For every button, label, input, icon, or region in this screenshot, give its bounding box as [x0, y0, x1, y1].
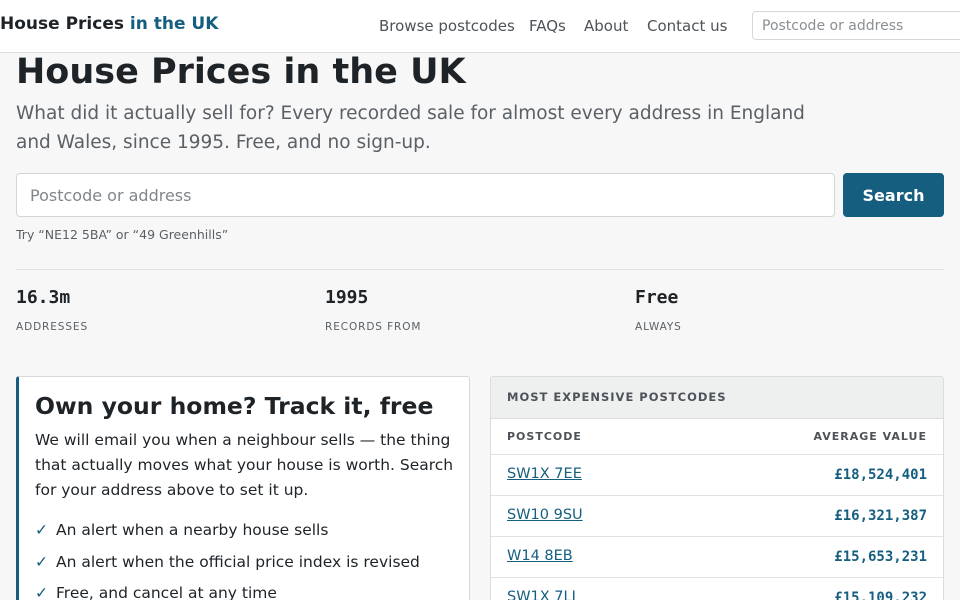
search-hint: Try “NE12 5BA” or “49 Greenhills” — [16, 227, 229, 242]
average-value: £16,321,387 — [834, 508, 927, 524]
nav-faqs[interactable]: FAQs — [529, 17, 566, 35]
header-search-input[interactable] — [752, 11, 960, 40]
check-icon: ✓ — [35, 553, 48, 571]
postcode-link[interactable]: SW1X 7LJ — [507, 589, 576, 600]
table-row: SW1X 7EE £18,524,401 — [491, 454, 943, 495]
feature-item-label: An alert when a nearby house sells — [56, 521, 329, 539]
hero-search-input[interactable] — [16, 173, 835, 217]
stat-records-from-value: 1995 — [325, 287, 369, 308]
nav-browse-postcodes[interactable]: Browse postcodes — [379, 17, 515, 35]
table-row: SW10 9SU £16,321,387 — [491, 495, 943, 536]
stat-addresses-label: ADDRESSES — [16, 321, 89, 333]
table-title: MOST EXPENSIVE POSTCODES — [507, 390, 727, 404]
search-button[interactable]: Search — [843, 173, 944, 217]
site-logo[interactable]: House Prices in the UK — [0, 14, 218, 34]
page-title: House Prices in the UK — [16, 52, 466, 92]
page-subtitle: What did it actually sell for? Every rec… — [16, 103, 805, 153]
nav-about[interactable]: About — [584, 17, 628, 35]
check-icon: ✓ — [35, 584, 48, 600]
stat-addresses-value: 16.3m — [16, 287, 71, 308]
table-header-bar: MOST EXPENSIVE POSTCODES — [491, 377, 943, 419]
feature-item-label: Free, and cancel at any time — [56, 584, 277, 600]
postcode-link[interactable]: W14 8EB — [507, 548, 573, 564]
postcode-link[interactable]: SW1X 7EE — [507, 466, 582, 482]
postcode-link[interactable]: SW10 9SU — [507, 507, 583, 523]
column-header-average-value: AVERAGE VALUE — [813, 430, 927, 443]
most-expensive-postcodes-table: MOST EXPENSIVE POSTCODES POSTCODE AVERAG… — [490, 376, 944, 600]
table-row: W14 8EB £15,653,231 — [491, 536, 943, 577]
average-value: £15,109,232 — [834, 590, 927, 600]
stat-price-value: Free — [635, 287, 679, 308]
feature-item: ✓ Free, and cancel at any time — [35, 584, 277, 600]
average-value: £18,524,401 — [834, 467, 927, 483]
stat-records-from-label: RECORDS FROM — [325, 321, 422, 333]
column-header-postcode: POSTCODE — [507, 430, 582, 443]
track-home-card: Own your home? Track it, free We will em… — [16, 376, 470, 600]
table-row: SW1X 7LJ £15,109,232 — [491, 577, 943, 600]
nav-contact-us[interactable]: Contact us — [647, 17, 727, 35]
stat-price-label: ALWAYS — [635, 321, 682, 333]
feature-item: ✓ An alert when the official price index … — [35, 553, 420, 571]
top-nav-bar: House Prices in the UK Browse postcodes … — [0, 0, 960, 53]
track-home-description: We will email you when a neighbour sells… — [35, 431, 454, 499]
average-value: £15,653,231 — [834, 549, 927, 565]
feature-item-label: An alert when the official price index i… — [56, 553, 420, 571]
brand-accent: in the UK — [129, 14, 219, 34]
track-home-title: Own your home? Track it, free — [35, 392, 434, 420]
section-divider — [16, 269, 944, 270]
check-icon: ✓ — [35, 521, 48, 539]
brand-main: House Prices — [0, 14, 130, 34]
feature-item: ✓ An alert when a nearby house sells — [35, 521, 328, 539]
